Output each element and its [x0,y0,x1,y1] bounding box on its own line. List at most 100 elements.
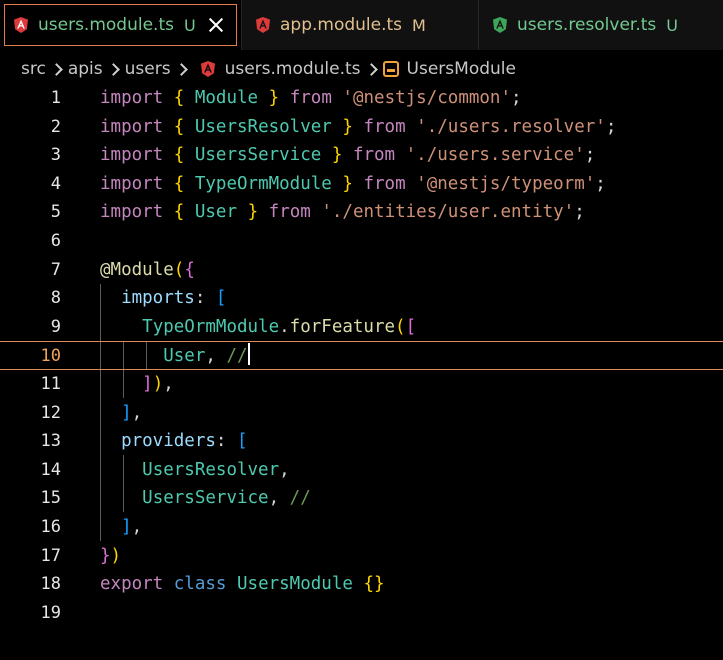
code-line[interactable]: 3 import { UsersService } from './users.s… [0,141,723,170]
code-line[interactable]: 13 providers: [ [0,427,723,456]
code-line[interactable]: 14 UsersResolver, [0,456,723,485]
code-text: @Module({ [100,256,195,285]
tab-label: users.resolver.ts [517,15,657,35]
code-line[interactable]: 12 ], [0,399,723,428]
code-text: UsersResolver, [100,456,290,485]
code-token: ( [395,316,406,337]
close-icon[interactable] [208,17,224,33]
code-line[interactable]: 10 User, // [0,341,723,370]
code-token: ; [595,173,606,194]
code-line[interactable]: 9 TypeOrmModule.forFeature([ [0,313,723,342]
breadcrumb-item-symbol[interactable]: UsersModule [407,59,516,79]
code-line[interactable]: 7 @Module({ [0,256,723,285]
code-token: , [163,374,174,394]
code-token: User [163,346,206,367]
git-status-badge: M [412,15,426,35]
angular-resolver-icon [493,17,507,33]
code-line[interactable]: 5 import { User } from './entities/user.e… [0,198,723,227]
code-token: from [363,173,406,194]
line-number: 13 [40,431,61,452]
code-token: ) [110,545,122,566]
code-text: import { UsersService } from './users.se… [100,141,595,170]
code-line[interactable]: 18 export class UsersModule {} [0,570,723,599]
code-token: } [342,116,353,137]
code-token: { [173,173,185,194]
code-token: } [331,145,343,166]
code-token: [ [405,316,417,337]
code-text: import { UsersResolver } from './users.r… [100,113,616,142]
breadcrumb-item-users[interactable]: users [125,59,171,79]
code-line[interactable]: 17}) [0,542,723,571]
code-token: import [100,145,164,166]
tab-app-module[interactable]: app.module.ts M [242,0,479,50]
tab-users-module[interactable]: users.module.ts U [0,0,242,50]
line-number: 4 [50,173,61,194]
code-token: } [100,545,111,566]
angular-icon [14,17,28,33]
breadcrumb-item-file[interactable]: users.module.ts [225,59,361,79]
chevron-right-icon [50,62,64,76]
code-token: , [279,459,290,480]
line-number: 10 [40,346,61,367]
code-line[interactable]: 2 import { UsersResolver } from './users.… [0,113,723,142]
code-token: ) [152,374,164,394]
code-token: './users.service' [405,145,585,166]
code-token: {} [363,574,385,595]
code-token: , [131,517,143,537]
code-token: // [226,346,248,367]
code-token: class [173,574,227,595]
code-line[interactable]: 19 [0,599,723,628]
breadcrumb-item-src[interactable]: src [21,59,46,79]
code-token: UsersModule [237,574,353,595]
code-token: Module [110,259,174,280]
tab-bar: users.module.ts U app.module.ts M users.… [0,0,723,50]
tab-label: app.module.ts [280,15,403,35]
line-number: 17 [40,545,61,566]
breadcrumb: src apis users users.module.ts UsersModu… [0,54,723,84]
code-token: } [268,88,280,108]
code-token: ; [511,88,522,108]
code-token: . [279,316,290,337]
chevron-right-icon [175,62,189,76]
line-number: 8 [50,288,61,309]
code-token: : [194,288,216,309]
code-line[interactable]: 11 ]), [0,370,723,399]
tab-users-resolver[interactable]: users.resolver.ts U [479,0,723,50]
code-line[interactable]: 16 ], [0,513,723,542]
code-text: User, // [100,342,250,371]
code-line[interactable]: 15 UsersService, // [0,484,723,513]
code-token: { [173,116,185,137]
code-token: , [131,402,143,423]
chevron-right-icon [107,62,121,76]
code-token: import [100,116,164,137]
code-token: UsersService [194,145,322,166]
code-token: ] [142,374,153,394]
code-line[interactable]: 6 [0,227,723,256]
code-token: } [342,173,353,194]
code-token: , [205,346,227,367]
code-line[interactable]: 8 imports: [ [0,284,723,313]
code-editor[interactable]: 1 import { Module } from '@nestjs/common'… [0,84,723,660]
code-line[interactable]: 1 import { Module } from '@nestjs/common'… [0,84,723,113]
line-number: 5 [50,202,61,223]
code-token: forFeature [289,316,396,337]
code-token: User [194,202,238,223]
code-token: @ [100,259,111,280]
breadcrumb-item-apis[interactable]: apis [68,59,103,79]
code-line[interactable]: 4 import { TypeOrmModule } from '@nestjs/… [0,170,723,199]
